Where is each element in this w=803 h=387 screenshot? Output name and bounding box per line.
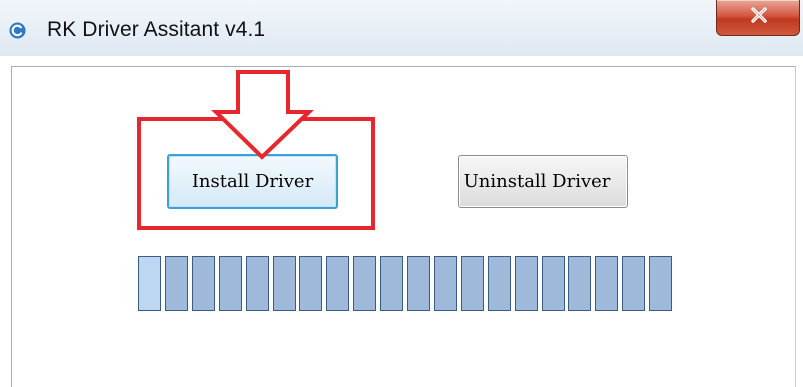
progress-segment (434, 256, 457, 311)
progress-segment (219, 256, 242, 311)
progress-segment (246, 256, 269, 311)
progress-segment (192, 256, 215, 311)
progress-segment (649, 256, 672, 311)
title-bar[interactable]: RK Driver Assitant v4.1 (0, 0, 803, 56)
progress-segment (407, 256, 430, 311)
client-area (11, 66, 796, 387)
uninstall-driver-label: Uninstall Driver (463, 171, 611, 192)
progress-segment (568, 256, 591, 311)
progress-segment (299, 256, 322, 311)
install-driver-button[interactable]: Install Driver (167, 154, 338, 209)
progress-segment (138, 256, 161, 311)
progress-segment (595, 256, 618, 311)
driver-assistant-window: RK Driver Assitant v4.1 Install Driver U… (0, 0, 803, 387)
progress-segment (542, 256, 565, 311)
progress-segment (380, 256, 403, 311)
close-button[interactable] (716, 0, 800, 36)
progress-segment (515, 256, 538, 311)
rk-logo-icon (9, 22, 26, 39)
close-x-icon (751, 7, 767, 23)
progress-segment (622, 256, 645, 311)
progress-segment (488, 256, 511, 311)
window-title: RK Driver Assitant v4.1 (47, 18, 266, 41)
progress-segment (165, 256, 188, 311)
progress-segment (353, 256, 376, 311)
uninstall-driver-button[interactable]: Uninstall Driver (458, 155, 628, 208)
install-driver-label: Install Driver (191, 171, 314, 192)
progress-segment (461, 256, 484, 311)
progress-bar (138, 256, 678, 311)
progress-segment (326, 256, 349, 311)
progress-segment (273, 256, 296, 311)
